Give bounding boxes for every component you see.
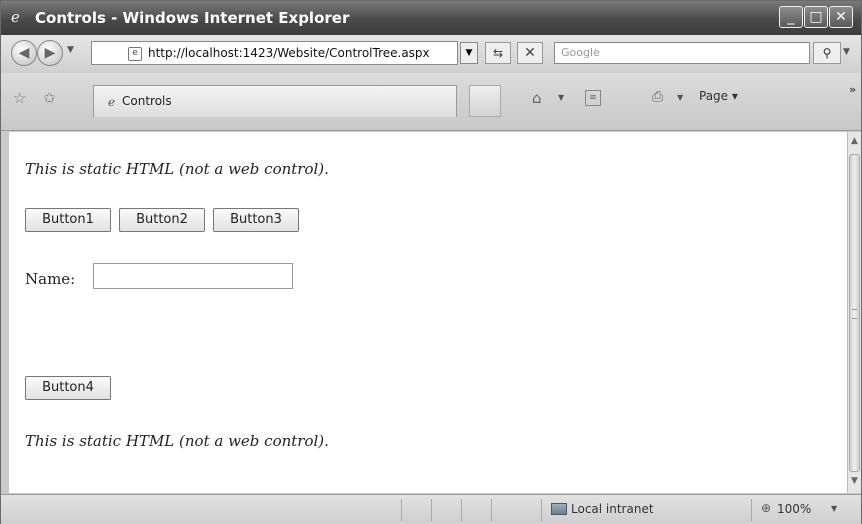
security-zone-text: Local intranet [571, 502, 654, 516]
navigation-bar: ◀ ▶ ▼ e http://localhost:1423/Website/Co… [1, 35, 861, 73]
button3[interactable]: Button3 [213, 208, 299, 232]
minimize-button[interactable]: _ [779, 6, 803, 28]
status-divider [541, 499, 542, 521]
page-menu-button[interactable]: Page ▾ [699, 89, 738, 103]
button1[interactable]: Button1 [25, 208, 111, 232]
button4[interactable]: Button4 [25, 376, 111, 400]
status-divider [491, 499, 492, 521]
back-button[interactable]: ◀ [11, 40, 37, 66]
print-icon[interactable]: ⎙ [652, 89, 663, 105]
address-dropdown-button[interactable]: ▼ [460, 42, 478, 64]
status-divider [431, 499, 432, 521]
zoom-dropdown[interactable]: ▼ [831, 504, 837, 513]
refresh-icon: ⇆ [492, 46, 504, 60]
page-icon: ℯ [108, 95, 116, 109]
stop-button[interactable]: ✕ [517, 42, 543, 64]
address-bar[interactable]: e http://localhost:1423/Website/ControlT… [91, 41, 458, 65]
address-input[interactable]: http://localhost:1423/Website/ControlTre… [148, 46, 430, 60]
button2[interactable]: Button2 [119, 208, 205, 232]
forward-arrow-icon: ▶ [44, 45, 56, 61]
intranet-zone-icon [551, 503, 567, 515]
search-options-dropdown[interactable]: ▼ [843, 42, 857, 64]
static-html-text-bottom: This is static HTML (not a web control). [25, 432, 329, 450]
toolbar-overflow-button[interactable]: » [849, 83, 856, 96]
page-menu-label: Page [699, 89, 729, 103]
page-content: This is static HTML (not a web control).… [9, 132, 847, 493]
status-bar: Local intranet ⊕ 100% ▼ [1, 494, 861, 524]
feed-icon[interactable]: ≋ [585, 90, 601, 106]
search-icon: ⚲ [822, 46, 832, 60]
stop-icon: ✕ [524, 45, 536, 61]
home-icon[interactable]: ⌂ [532, 89, 542, 107]
scroll-thumb[interactable] [849, 154, 860, 472]
tab-bar: ☆ ✩ ℯ Controls ⌂ ▼ ≋ ⎙ ▼ Page ▾ » [1, 73, 861, 131]
print-dropdown[interactable]: ▼ [677, 93, 683, 102]
name-label: Name: [25, 270, 76, 288]
refresh-button[interactable]: ⇆ [485, 42, 511, 64]
grip-icon [852, 309, 857, 319]
search-input[interactable]: Google [554, 42, 810, 64]
chevron-down-icon: ▼ [465, 48, 473, 58]
home-dropdown[interactable]: ▼ [558, 93, 564, 102]
scroll-up-icon[interactable]: ▲ [848, 136, 861, 146]
favorites-star-icon[interactable]: ☆ [13, 89, 26, 107]
status-divider [461, 499, 462, 521]
page-icon: e [128, 47, 142, 61]
recent-pages-dropdown[interactable]: ▼ [67, 45, 74, 55]
tab-label: Controls [122, 94, 172, 108]
add-favorites-icon[interactable]: ✩ [43, 89, 56, 107]
vertical-scrollbar[interactable]: ▲ ▼ [847, 132, 861, 493]
status-divider [751, 499, 752, 521]
scroll-down-icon[interactable]: ▼ [848, 476, 861, 486]
maximize-button[interactable]: □ [804, 6, 828, 28]
back-arrow-icon: ◀ [18, 45, 30, 61]
name-field[interactable] [93, 263, 293, 289]
static-html-text: This is static HTML (not a web control). [25, 160, 329, 178]
close-button[interactable]: ✕ [829, 6, 853, 28]
forward-button[interactable]: ▶ [37, 40, 63, 66]
browser-window: ℯ Controls - Windows Internet Explorer _… [0, 0, 862, 524]
title-bar: ℯ Controls - Windows Internet Explorer _… [1, 1, 861, 35]
ie-logo-icon: ℯ [11, 8, 20, 26]
status-divider [401, 499, 402, 521]
search-button[interactable]: ⚲ [813, 42, 841, 64]
window-title: Controls - Windows Internet Explorer [35, 9, 350, 27]
new-tab-button[interactable] [469, 85, 501, 117]
zoom-level[interactable]: 100% [777, 502, 811, 516]
zoom-icon: ⊕ [761, 501, 772, 515]
tab-controls[interactable]: ℯ Controls [93, 85, 457, 117]
